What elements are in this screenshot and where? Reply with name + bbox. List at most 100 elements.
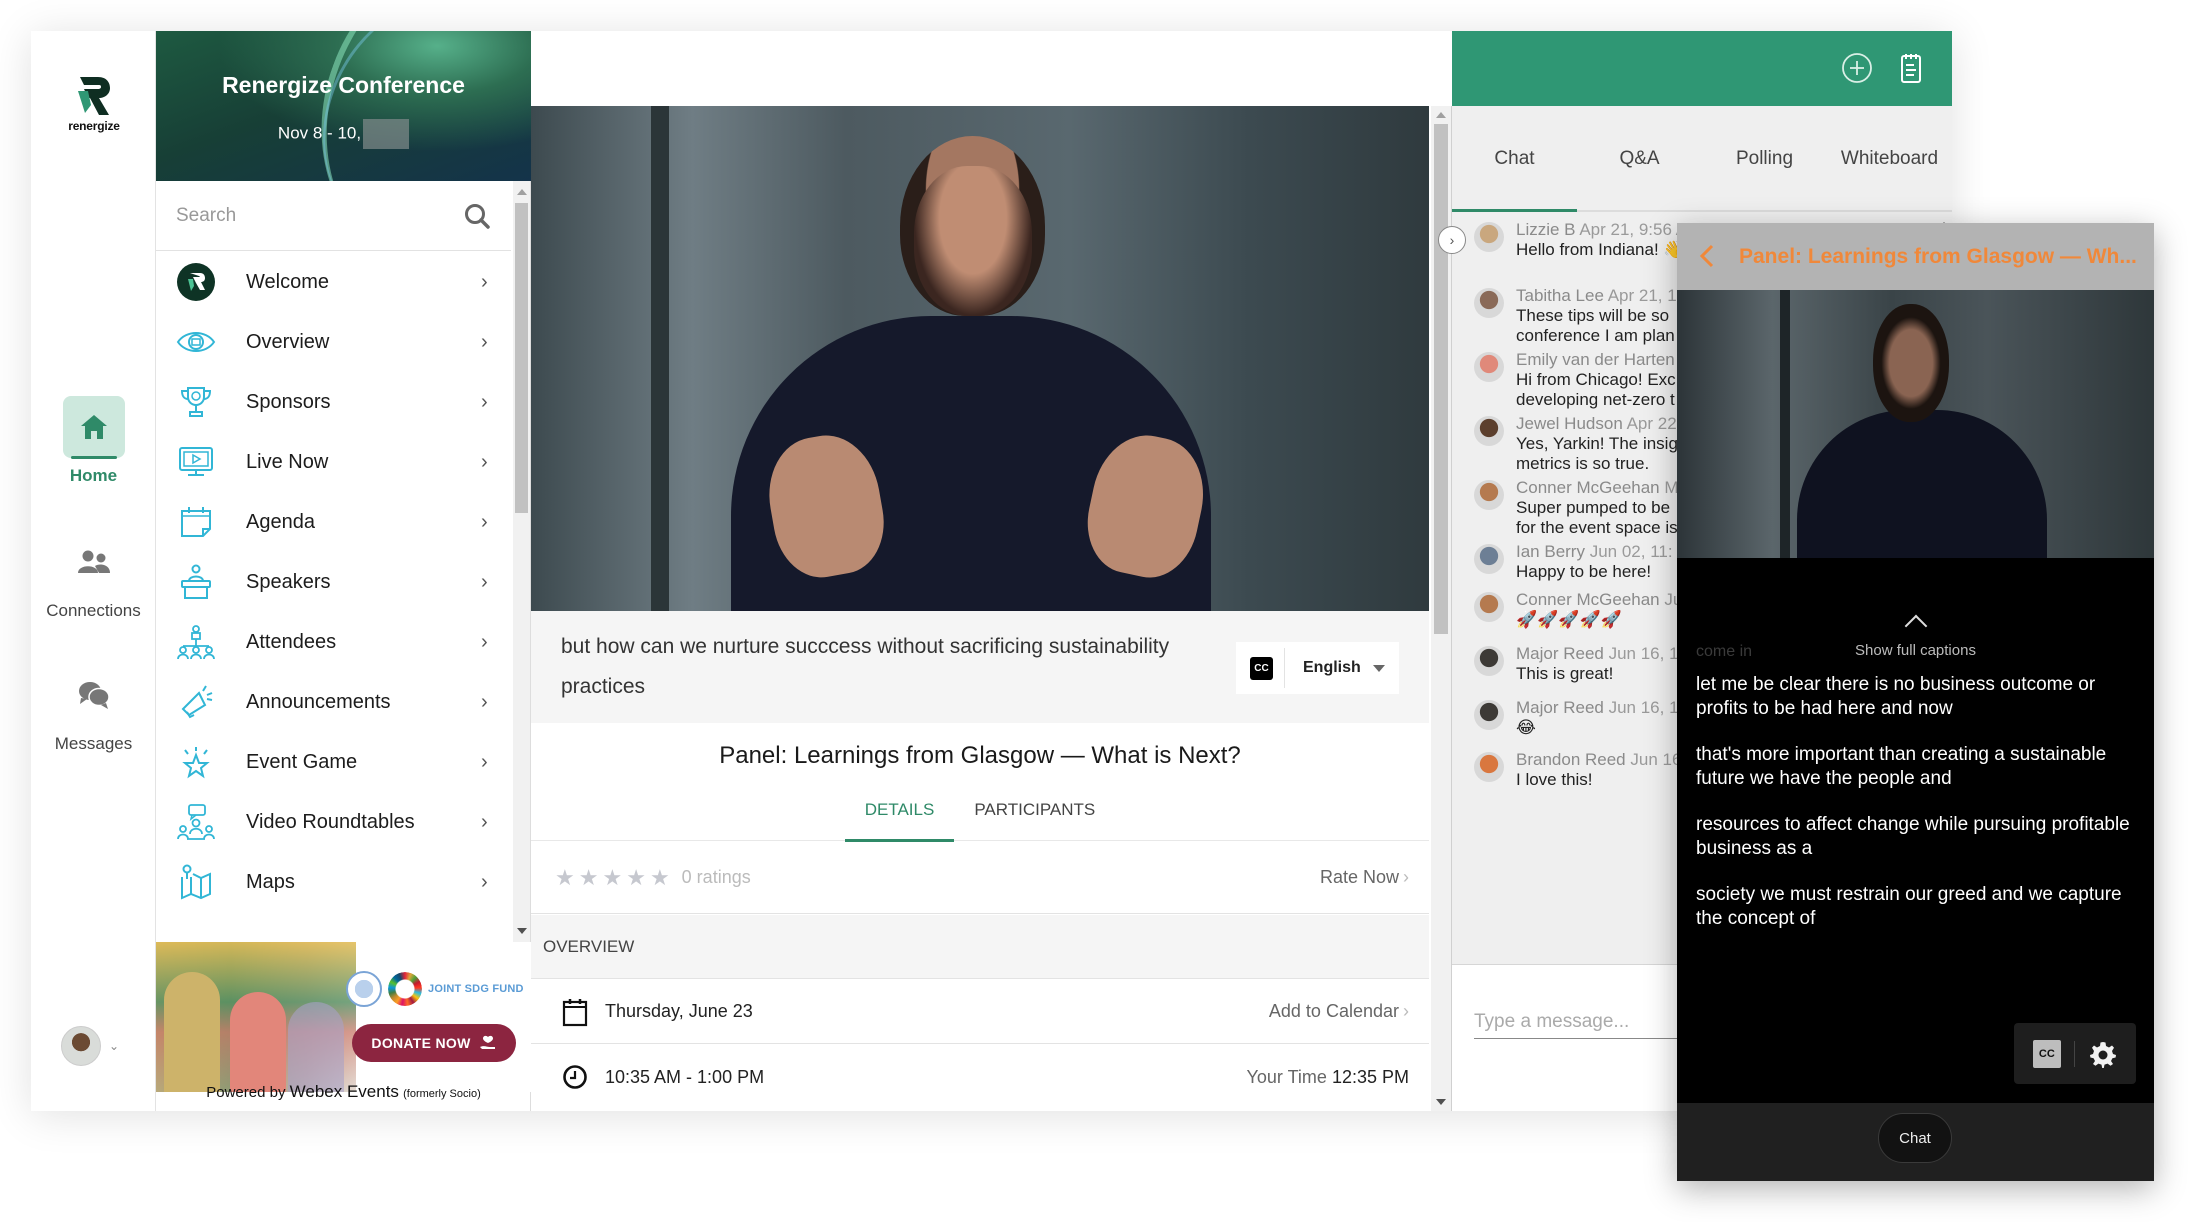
chevron-right-icon: › <box>1403 867 1409 887</box>
profile-menu[interactable]: ⌄ <box>61 1026 119 1066</box>
avatar[interactable] <box>1474 752 1504 782</box>
sponsor-ad[interactable]: JOINT SDG FUND DONATE NOW <box>156 942 531 1092</box>
star-icon[interactable]: ★ <box>579 866 599 889</box>
rail-item-messages[interactable]: Messages <box>31 664 156 754</box>
powered-by-suffix: (formerly Socio) <box>403 1088 481 1100</box>
rail-item-home[interactable]: Home <box>31 396 156 486</box>
scroll-down-arrow-icon[interactable] <box>517 928 527 934</box>
renergize-logo[interactable]: renergize <box>59 75 129 133</box>
session-tabs: DETAILS PARTICIPANTS <box>531 793 1429 842</box>
chevron-right-icon: › <box>481 510 488 533</box>
chat-message-body: Tabitha Lee Apr 21, 1 These tips will be … <box>1516 286 1677 346</box>
star-icon[interactable]: ★ <box>626 866 646 889</box>
sidebar-item-overview[interactable]: Overview › <box>156 312 511 372</box>
avatar[interactable] <box>1474 646 1504 676</box>
main-scrollbar[interactable] <box>1431 106 1451 1111</box>
sidebar-scrollbar[interactable] <box>513 181 530 942</box>
sender-name[interactable]: Conner McGeehan <box>1516 590 1660 609</box>
video-player[interactable] <box>531 106 1429 611</box>
caption-language-select[interactable]: CC English <box>1236 642 1399 694</box>
sender-name[interactable]: Lizzie B <box>1516 220 1576 239</box>
mobile-back-button[interactable] <box>1677 241 1737 273</box>
sidebar-item-attendees[interactable]: Attendees › <box>156 612 511 672</box>
sender-name[interactable]: Major Reed <box>1516 644 1604 663</box>
donate-now-button[interactable]: DONATE NOW <box>352 1024 516 1062</box>
megaphone-icon <box>176 682 216 722</box>
sidebar-nav: Welcome › Overview › Sponsors › Live Now… <box>156 252 511 942</box>
sender-name[interactable]: Brandon Reed <box>1516 750 1626 769</box>
message-text: Hello from Indiana! 👋 <box>1516 240 1685 259</box>
sidebar-item-live-now[interactable]: Live Now › <box>156 432 511 492</box>
show-full-captions-button[interactable]: Show full captions <box>1677 614 2154 659</box>
mobile-session-title: Panel: Learnings from Glasgow — Wh... <box>1739 244 2137 268</box>
sender-name[interactable]: Emily van der Harten <box>1516 350 1675 369</box>
avatar[interactable] <box>1474 592 1504 622</box>
trophy-icon <box>176 382 216 422</box>
avatar[interactable] <box>1474 544 1504 574</box>
scroll-up-arrow-icon[interactable] <box>517 189 527 195</box>
mobile-chat-button[interactable]: Chat <box>1878 1113 1952 1163</box>
avatar[interactable] <box>1474 700 1504 730</box>
avatar[interactable] <box>1474 352 1504 382</box>
sidebar-item-sponsors[interactable]: Sponsors › <box>156 372 511 432</box>
star-icon[interactable]: ★ <box>602 866 622 889</box>
sidebar-item-welcome[interactable]: Welcome › <box>156 252 511 312</box>
chat-message-header: Brandon Reed Jun 16 <box>1516 750 1681 770</box>
avatar[interactable] <box>1474 222 1504 252</box>
sidebar-item-announcements[interactable]: Announcements › <box>156 672 511 732</box>
sender-name[interactable]: Major Reed <box>1516 698 1604 717</box>
search-input[interactable] <box>176 204 463 227</box>
sidebar-item-video-roundtables[interactable]: Video Roundtables › <box>156 792 511 852</box>
tab-details[interactable]: DETAILS <box>844 793 955 842</box>
sender-name[interactable]: Jewel Hudson <box>1516 414 1623 433</box>
star-icon[interactable]: ★ <box>555 866 575 889</box>
caption-line: let me be clear there is no business out… <box>1696 674 2096 719</box>
avatar[interactable] <box>1474 288 1504 318</box>
star-icon[interactable]: ★ <box>650 866 670 889</box>
event-dates-text: Nov 8 - 10, <box>277 123 362 143</box>
topbar-actions <box>1840 51 1928 85</box>
rail-item-connections[interactable]: Connections <box>31 531 156 621</box>
avatar[interactable] <box>1474 416 1504 446</box>
sidebar-item-event-game[interactable]: Event Game › <box>156 732 511 792</box>
your-time-label: Your Time <box>1246 1066 1327 1087</box>
rate-now-link[interactable]: Rate Now › <box>1320 867 1409 888</box>
notes-icon[interactable] <box>1894 51 1928 85</box>
gear-icon[interactable] <box>2089 1040 2117 1068</box>
chevron-right-icon: › <box>1403 1001 1409 1021</box>
mobile-video-player[interactable] <box>1677 290 2154 558</box>
add-circle-icon[interactable] <box>1840 51 1874 85</box>
rail-item-label: Messages <box>54 734 133 753</box>
tab-qa[interactable]: Q&A <box>1577 106 1702 210</box>
sender-name[interactable]: Conner McGeehan <box>1516 478 1660 497</box>
star-rating[interactable]: ★ ★ ★ ★ ★ <box>555 866 670 889</box>
sidebar-item-speakers[interactable]: Speakers › <box>156 552 511 612</box>
tab-whiteboard[interactable]: Whiteboard <box>1827 106 1952 210</box>
add-to-calendar-link[interactable]: Add to Calendar › <box>1269 1001 1409 1022</box>
message-text: for the event space is <box>1516 518 1678 537</box>
avatar[interactable] <box>1474 480 1504 510</box>
sidebar-item-label: Announcements <box>246 690 391 713</box>
tab-chat[interactable]: Chat <box>1452 106 1577 212</box>
scroll-down-arrow-icon[interactable] <box>1436 1099 1446 1105</box>
session-date: Thursday, June 23 <box>605 1001 753 1021</box>
tab-polling[interactable]: Polling <box>1702 106 1827 210</box>
tab-participants[interactable]: PARTICIPANTS <box>954 793 1115 841</box>
chevron-right-icon: › <box>481 750 488 773</box>
sidebar-item-maps[interactable]: Maps › <box>156 852 511 912</box>
video-background <box>651 106 669 611</box>
scroll-thumb[interactable] <box>515 203 528 513</box>
powered-by-brand[interactable]: Webex Events <box>290 1082 399 1101</box>
scroll-thumb[interactable] <box>1434 124 1448 634</box>
video-speaker <box>1873 304 1949 422</box>
search-icon[interactable] <box>463 202 491 230</box>
sidebar-item-label: Overview <box>246 330 330 353</box>
scroll-up-arrow-icon[interactable] <box>1436 112 1446 118</box>
sidebar-item-agenda[interactable]: Agenda › <box>156 492 511 552</box>
left-rail: renergize Home Connections Messages ⌄ <box>31 31 156 1111</box>
sender-name[interactable]: Ian Berry <box>1516 542 1585 561</box>
powered-by-prefix: Powered by <box>206 1084 286 1101</box>
sender-name[interactable]: Tabitha Lee <box>1516 286 1604 305</box>
cc-toggle-button[interactable]: CC <box>2032 1039 2061 1068</box>
collapse-panel-button[interactable]: › <box>1438 226 1466 254</box>
